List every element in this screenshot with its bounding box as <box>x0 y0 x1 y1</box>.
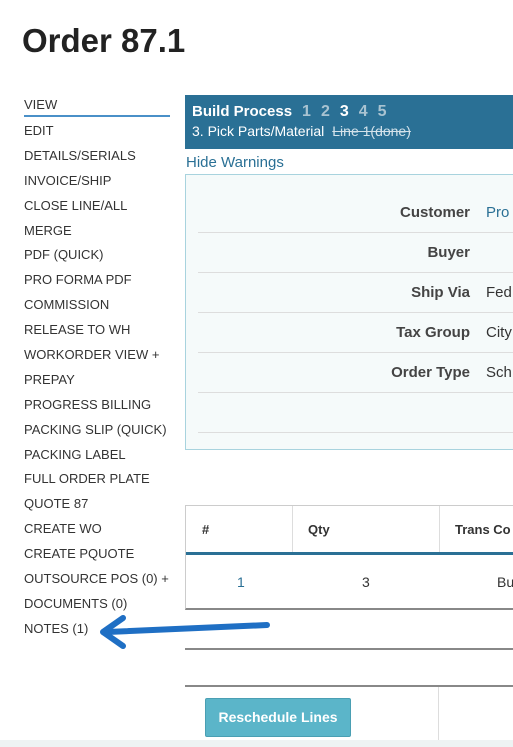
nav-create-wo[interactable]: CREATE WO <box>24 519 170 544</box>
field-ship-via: Ship Via Fed <box>198 272 513 313</box>
step-2[interactable]: 2 <box>321 103 330 120</box>
field-value: Sch <box>486 364 512 381</box>
field-label: Tax Group <box>396 324 470 341</box>
nav-workorder-view[interactable]: WORKORDER VIEW + <box>24 345 170 370</box>
customer-link[interactable]: Pro <box>486 204 509 221</box>
field-customer: Customer Pro <box>198 192 513 233</box>
nav-packing-label[interactable]: PACKING LABEL <box>24 445 170 470</box>
nav-quote[interactable]: QUOTE 87 <box>24 494 170 519</box>
page-title: Order 87.1 <box>22 22 186 59</box>
field-label: Customer <box>399 204 470 221</box>
build-process-title: Build Process <box>192 103 293 120</box>
field-value: City <box>486 324 512 341</box>
table-header: # Qty Trans Co <box>186 506 513 555</box>
build-process-banner: Build Process 1 2 3 4 5 3. Pick Parts/Materia… <box>185 95 513 149</box>
nav-prepay[interactable]: PREPAY <box>24 370 170 395</box>
footer-bar <box>0 740 513 747</box>
field-label: Buyer <box>427 244 470 261</box>
nav-merge[interactable]: MERGE <box>24 221 170 246</box>
nav-progress-billing[interactable]: PROGRESS BILLING <box>24 395 170 420</box>
field-label: Ship Via <box>411 284 470 301</box>
nav-details-serials[interactable]: DETAILS/SERIALS <box>24 146 170 171</box>
qty-cell: 3 <box>362 574 370 590</box>
divider <box>185 685 513 687</box>
nav-close-line[interactable]: CLOSE LINE/ALL <box>24 196 170 221</box>
nav-pdf-quick[interactable]: PDF (QUICK) <box>24 245 170 270</box>
col-trans-code: Trans Co <box>455 522 511 537</box>
field-buyer: Buyer <box>198 232 513 273</box>
field-label: Order Type <box>391 364 470 381</box>
nav-create-pquote[interactable]: CREATE PQUOTE <box>24 544 170 569</box>
field-empty <box>198 392 513 433</box>
field-tax-group: Tax Group City <box>198 312 513 353</box>
sidebar-nav: VIEW EDIT DETAILS/SERIALS INVOICE/SHIP C… <box>24 95 170 644</box>
arrow-annotation-icon <box>100 615 270 649</box>
field-value: Fed <box>486 284 512 301</box>
step-5[interactable]: 5 <box>378 103 387 120</box>
nav-packing-slip[interactable]: PACKING SLIP (QUICK) <box>24 420 170 445</box>
nav-release-wh[interactable]: RELEASE TO WH <box>24 320 170 345</box>
reschedule-lines-button[interactable]: Reschedule Lines <box>205 698 351 737</box>
lines-table: # Qty Trans Co 1 3 Bu <box>185 505 513 610</box>
field-order-type: Order Type Sch <box>198 352 513 393</box>
nav-view[interactable]: VIEW <box>24 95 170 117</box>
step-4[interactable]: 4 <box>359 103 368 120</box>
trans-code-cell: Bu <box>497 574 513 590</box>
step-1[interactable]: 1 <box>302 103 311 120</box>
order-info-panel: Customer Pro Buyer Ship Via Fed Tax Group C… <box>185 174 513 450</box>
step-3[interactable]: 3 <box>340 103 349 120</box>
nav-invoice-ship[interactable]: INVOICE/SHIP <box>24 171 170 196</box>
divider <box>185 648 513 650</box>
line-number-link[interactable]: 1 <box>237 574 245 590</box>
step-subtitle: 3. Pick Parts/Material <box>192 123 325 139</box>
col-number: # <box>202 522 210 537</box>
nav-commission[interactable]: COMMISSION <box>24 295 170 320</box>
nav-pro-forma[interactable]: PRO FORMA PDF <box>24 270 170 295</box>
nav-full-order-plate[interactable]: FULL ORDER PLATE <box>24 469 170 494</box>
col-qty: Qty <box>308 522 330 537</box>
nav-outsource-pos[interactable]: OUTSOURCE POS (0) + <box>24 569 170 594</box>
nav-edit[interactable]: EDIT <box>24 121 170 146</box>
done-line: Line 1(done) <box>332 123 411 139</box>
hide-warnings-link[interactable]: Hide Warnings <box>186 154 284 171</box>
